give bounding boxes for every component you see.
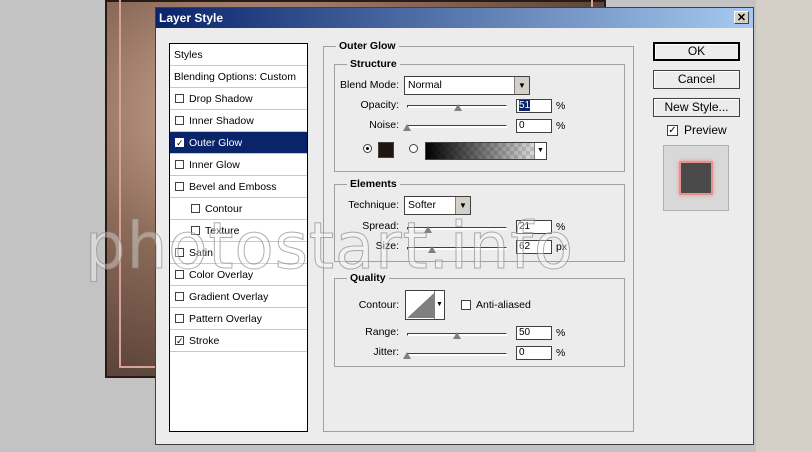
preview-checkbox[interactable]: ✓ — [667, 125, 678, 136]
style-item-label: Outer Glow — [189, 137, 243, 149]
style-checkbox[interactable] — [175, 160, 184, 169]
range-label: Range: — [365, 326, 399, 338]
style-item-inner-glow[interactable]: Inner Glow — [170, 154, 307, 176]
anti-aliased-checkbox[interactable] — [461, 300, 471, 310]
style-checkbox[interactable]: ✓ — [175, 138, 184, 148]
anti-aliased-label: Anti-aliased — [476, 299, 531, 311]
chevron-down-icon: ▼ — [514, 77, 529, 94]
range-input[interactable]: 50 — [516, 326, 552, 340]
noise-slider[interactable] — [407, 125, 507, 128]
watermark-text: photostart.info — [84, 210, 575, 284]
opacity-slider-thumb[interactable] — [454, 104, 462, 111]
dialog-titlebar[interactable]: Layer Style ✕ — [156, 8, 753, 28]
preview-label: Preview — [684, 123, 727, 137]
style-item-outer-glow[interactable]: ✓ Outer Glow — [170, 132, 307, 154]
style-item-label: Gradient Overlay — [189, 291, 269, 303]
jitter-input[interactable]: 0 — [516, 346, 552, 360]
contour-curve-icon — [407, 292, 435, 318]
style-item-label: Inner Glow — [189, 159, 240, 171]
solid-color-radio[interactable] — [363, 144, 372, 153]
elements-title: Elements — [347, 178, 400, 190]
style-checkbox[interactable] — [175, 94, 184, 103]
style-checkbox[interactable] — [175, 314, 184, 323]
gradient-picker[interactable]: ▼ — [425, 142, 547, 160]
range-unit: % — [556, 327, 566, 339]
jitter-unit: % — [556, 347, 566, 359]
workspace-edge — [756, 0, 812, 452]
noise-label: Noise: — [369, 119, 399, 131]
blend-mode-value: Normal — [408, 79, 442, 91]
structure-title: Structure — [347, 58, 400, 70]
blend-mode-label: Blend Mode: — [340, 79, 399, 91]
noise-input[interactable]: 0 — [516, 119, 552, 133]
noise-slider-thumb[interactable] — [403, 124, 411, 131]
dialog-title: Layer Style — [159, 11, 224, 25]
ok-button[interactable]: OK — [653, 42, 740, 61]
style-item-label: Drop Shadow — [189, 93, 253, 105]
style-item-label: Pattern Overlay — [189, 313, 262, 325]
noise-unit: % — [556, 120, 566, 132]
cancel-button[interactable]: Cancel — [653, 70, 740, 89]
style-item-label: Blending Options: Custom — [174, 71, 296, 83]
opacity-input[interactable]: 51 — [516, 99, 552, 113]
range-slider-thumb[interactable] — [453, 332, 461, 339]
style-item-pattern-overlay[interactable]: Pattern Overlay — [170, 308, 307, 330]
style-checkbox[interactable] — [175, 292, 184, 301]
style-checkbox[interactable] — [175, 116, 184, 125]
opacity-unit: % — [556, 100, 566, 112]
blend-mode-select[interactable]: Normal ▼ — [404, 76, 530, 95]
preview-glow-square — [679, 161, 713, 195]
style-item-blending-options-custom[interactable]: Blending Options: Custom — [170, 66, 307, 88]
outer-glow-title: Outer Glow — [336, 40, 399, 52]
style-item-label: Inner Shadow — [189, 115, 254, 127]
style-item-bevel-and-emboss[interactable]: Bevel and Emboss — [170, 176, 307, 198]
jitter-label: Jitter: — [373, 346, 399, 358]
jitter-slider[interactable] — [407, 353, 507, 356]
style-item-label: Bevel and Emboss — [189, 181, 277, 193]
contour-picker[interactable]: ▼ — [405, 290, 445, 320]
style-item-inner-shadow[interactable]: Inner Shadow — [170, 110, 307, 132]
style-item-drop-shadow[interactable]: Drop Shadow — [170, 88, 307, 110]
radio-dot — [366, 147, 369, 150]
jitter-slider-thumb[interactable] — [403, 352, 411, 359]
opacity-value: 51 — [519, 100, 531, 111]
chevron-down-icon: ▼ — [534, 143, 546, 159]
preview-thumbnail — [663, 145, 729, 211]
new-style-button[interactable]: New Style... — [653, 98, 740, 117]
close-icon[interactable]: ✕ — [734, 11, 749, 24]
contour-label: Contour: — [358, 299, 399, 311]
opacity-label: Opacity: — [360, 99, 399, 111]
style-item-gradient-overlay[interactable]: Gradient Overlay — [170, 286, 307, 308]
style-checkbox[interactable] — [175, 182, 184, 191]
gradient-radio[interactable] — [409, 144, 418, 153]
style-item-label: Styles — [174, 49, 203, 61]
glow-color-swatch[interactable] — [378, 142, 394, 158]
style-item-stroke[interactable]: ✓ Stroke — [170, 330, 307, 352]
style-item-styles[interactable]: Styles — [170, 44, 307, 66]
style-item-label: Stroke — [189, 335, 220, 347]
style-checkbox[interactable]: ✓ — [175, 336, 184, 346]
chevron-down-icon: ▼ — [434, 291, 444, 319]
